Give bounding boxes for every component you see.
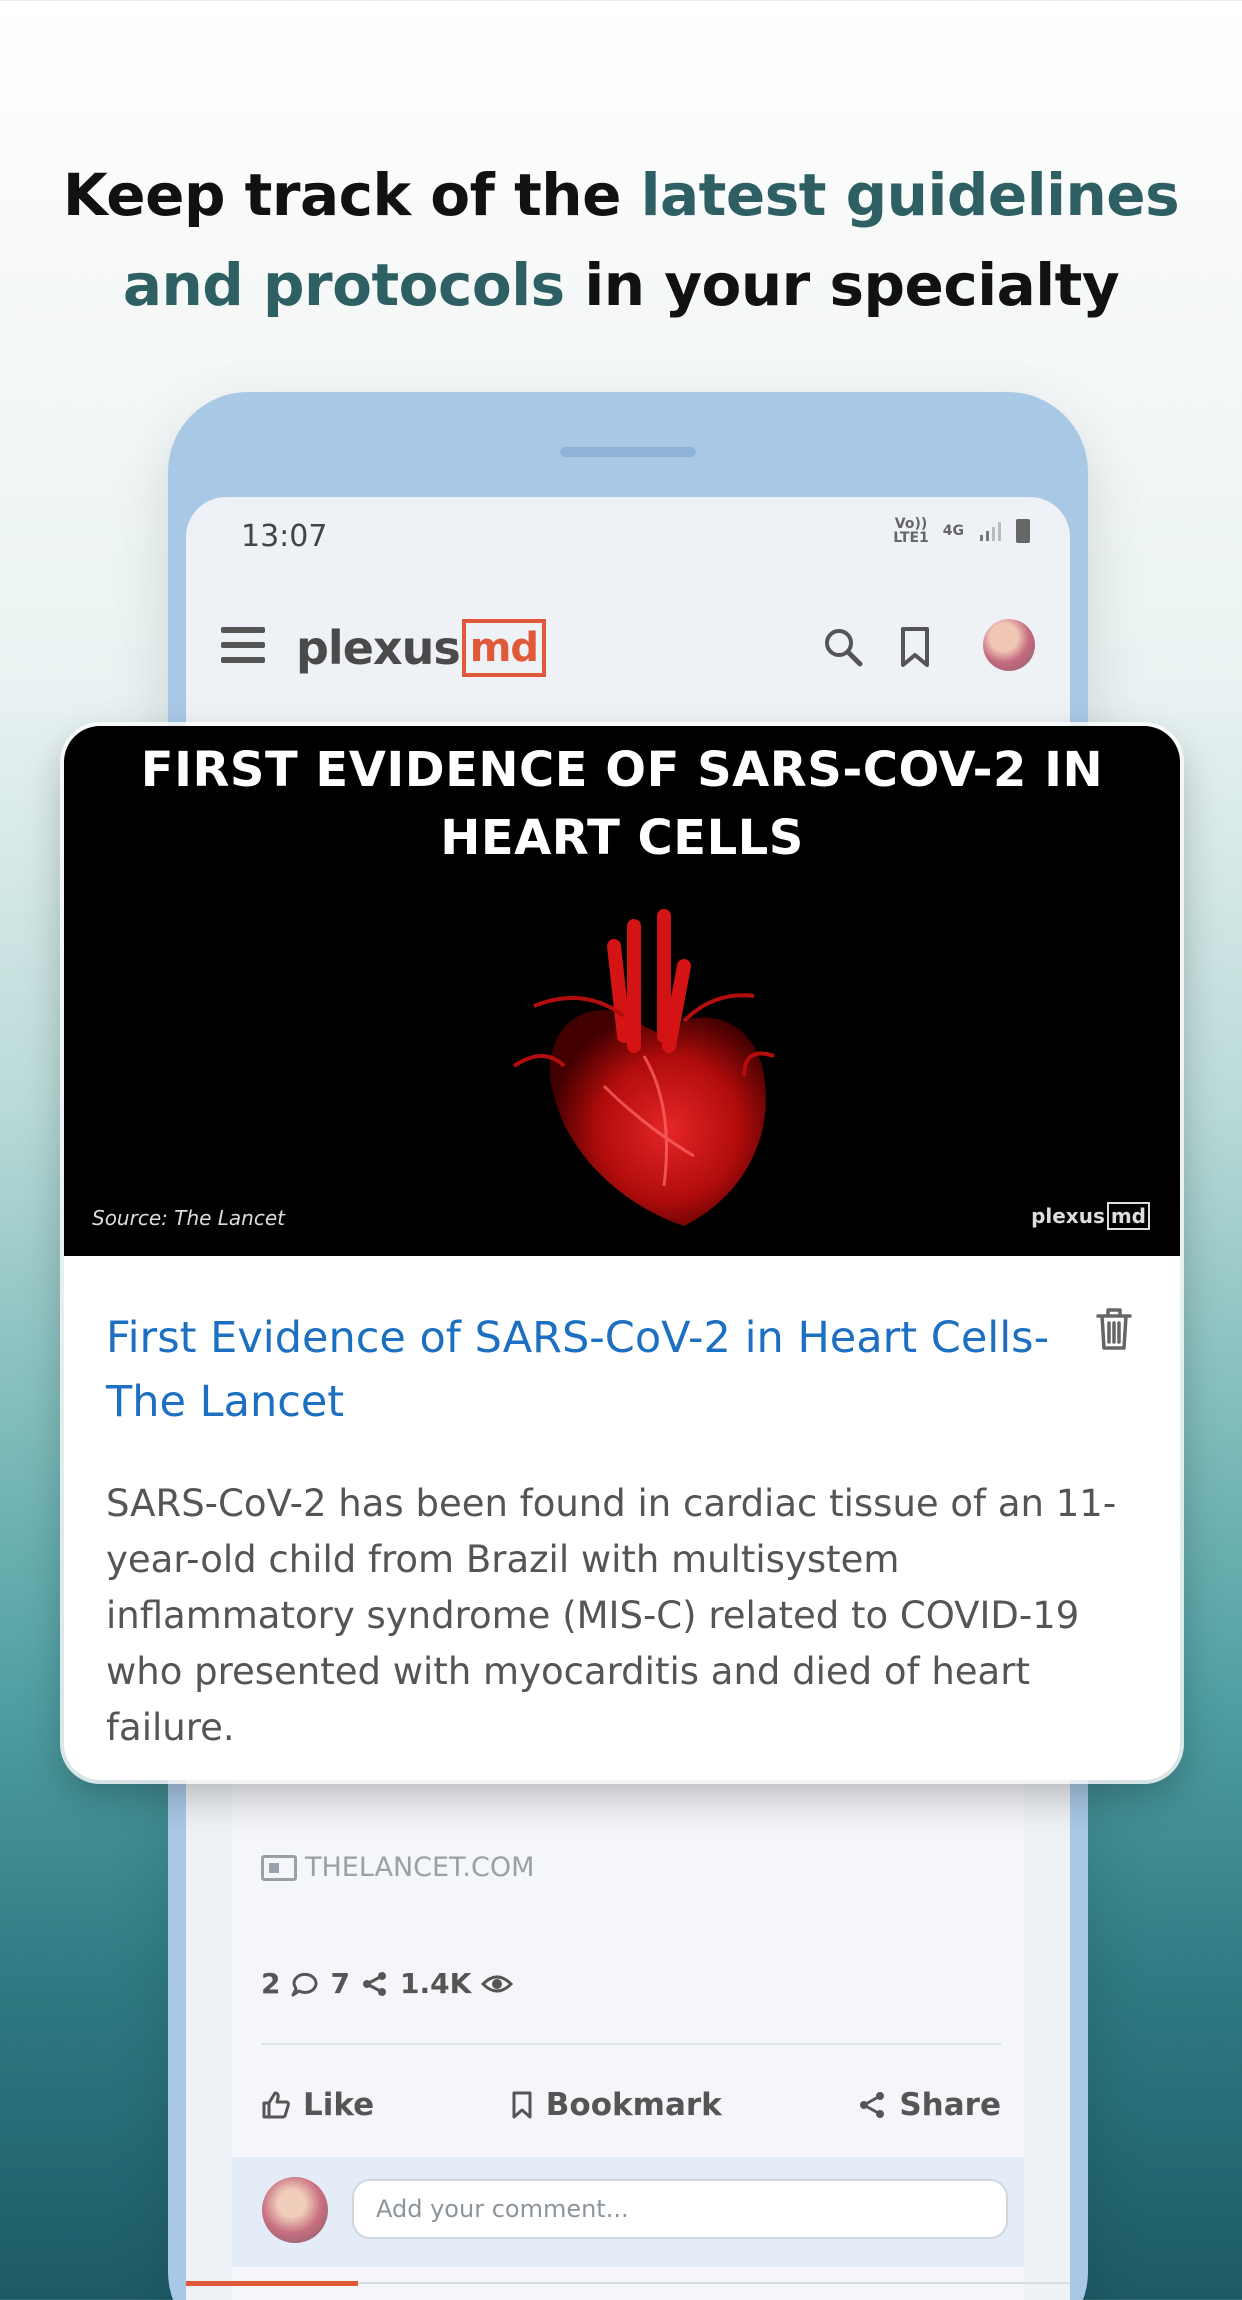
comment-input[interactable]: Add your comment... <box>352 2179 1008 2239</box>
volte-icon: Vo)) LTE1 <box>893 516 929 546</box>
profile-avatar[interactable] <box>983 619 1035 671</box>
nav-active-indicator <box>186 2281 358 2286</box>
bottom-nav <box>186 2281 1070 2300</box>
featured-article-card[interactable]: FIRST EVIDENCE OF SARS-COV-2 IN HEART CE… <box>64 726 1180 1780</box>
headline-part1: Keep track of the <box>62 161 641 229</box>
article-hero-image: FIRST EVIDENCE OF SARS-COV-2 IN HEART CE… <box>64 726 1180 1256</box>
headline: Keep track of the latest guidelines and … <box>0 150 1242 330</box>
post-divider <box>261 2043 1001 2045</box>
post-actions: Like Bookmark Share <box>261 2087 1001 2123</box>
bookmark-button[interactable]: Bookmark <box>510 2087 722 2123</box>
bookmark-icon[interactable] <box>895 625 935 669</box>
newspaper-icon <box>261 1854 297 1881</box>
hamburger-menu-icon[interactable] <box>221 627 265 663</box>
bookmark-label: Bookmark <box>545 2087 722 2123</box>
eye-icon <box>481 1975 514 1992</box>
heart-illustration <box>512 909 775 1226</box>
battery-icon <box>1016 519 1030 543</box>
search-icon[interactable] <box>821 625 865 669</box>
views-count: 1.4K <box>399 1967 472 2000</box>
status-bar: 13:07 Vo)) LTE1 4G <box>186 497 1070 577</box>
shares-count: 7 <box>330 1967 350 2000</box>
comment-area: Add your comment... <box>232 2157 1024 2267</box>
like-label: Like <box>303 2087 375 2123</box>
bookmark-outline-icon <box>512 2091 532 2119</box>
share-action-icon <box>860 2092 885 2118</box>
share-label: Share <box>899 2087 1001 2123</box>
phone-speaker <box>560 447 696 457</box>
share-icon <box>362 1971 386 1996</box>
comments-count: 2 <box>261 1967 281 2000</box>
trash-icon[interactable] <box>1094 1306 1134 1352</box>
status-time: 13:07 <box>241 519 328 554</box>
comment-icon <box>291 1972 318 1996</box>
network-type-icon: 4G <box>942 523 964 539</box>
post-stats: 2 7 1.4K <box>261 1967 514 2000</box>
post-source[interactable]: THELANCET.COM <box>261 1852 534 1883</box>
thumbs-up-icon <box>262 2091 290 2119</box>
app-logo: plexus md <box>296 619 547 677</box>
signal-icon <box>980 522 1001 541</box>
article-title[interactable]: First Evidence of SARS-CoV-2 in Heart Ce… <box>106 1306 1066 1434</box>
commenter-avatar <box>262 2177 328 2243</box>
app-bar: plexus md <box>186 597 1070 697</box>
hero-watermark-logo: plexus md <box>1031 1202 1150 1230</box>
status-icons: Vo)) LTE1 4G <box>893 517 1030 545</box>
article-excerpt: SARS-CoV-2 has been found in cardiac tis… <box>106 1482 1117 1749</box>
hero-title: FIRST EVIDENCE OF SARS-COV-2 IN HEART CE… <box>140 742 1104 866</box>
hero-source: Source: The Lancet <box>92 1206 285 1230</box>
post-source-label: THELANCET.COM <box>305 1852 535 1883</box>
share-button[interactable]: Share <box>857 2087 1001 2123</box>
like-button[interactable]: Like <box>261 2087 374 2123</box>
headline-part2: in your specialty <box>564 251 1120 319</box>
